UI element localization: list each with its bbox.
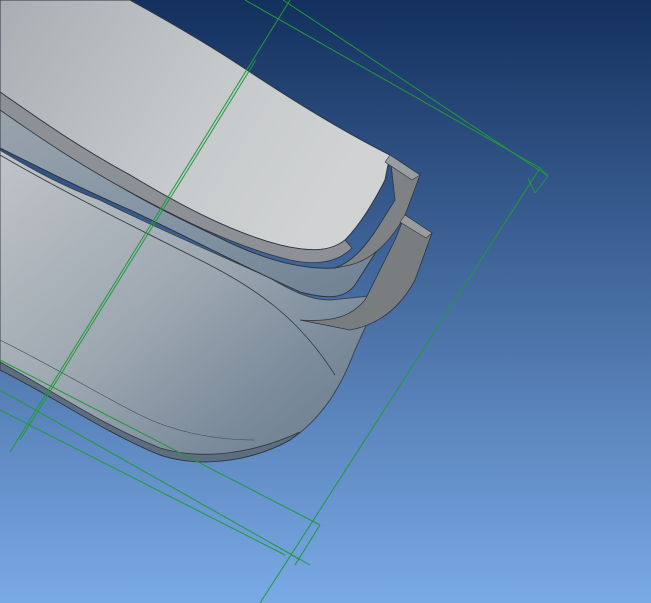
cad-3d-viewport[interactable] xyxy=(0,0,651,603)
model-scene[interactable] xyxy=(0,0,651,603)
